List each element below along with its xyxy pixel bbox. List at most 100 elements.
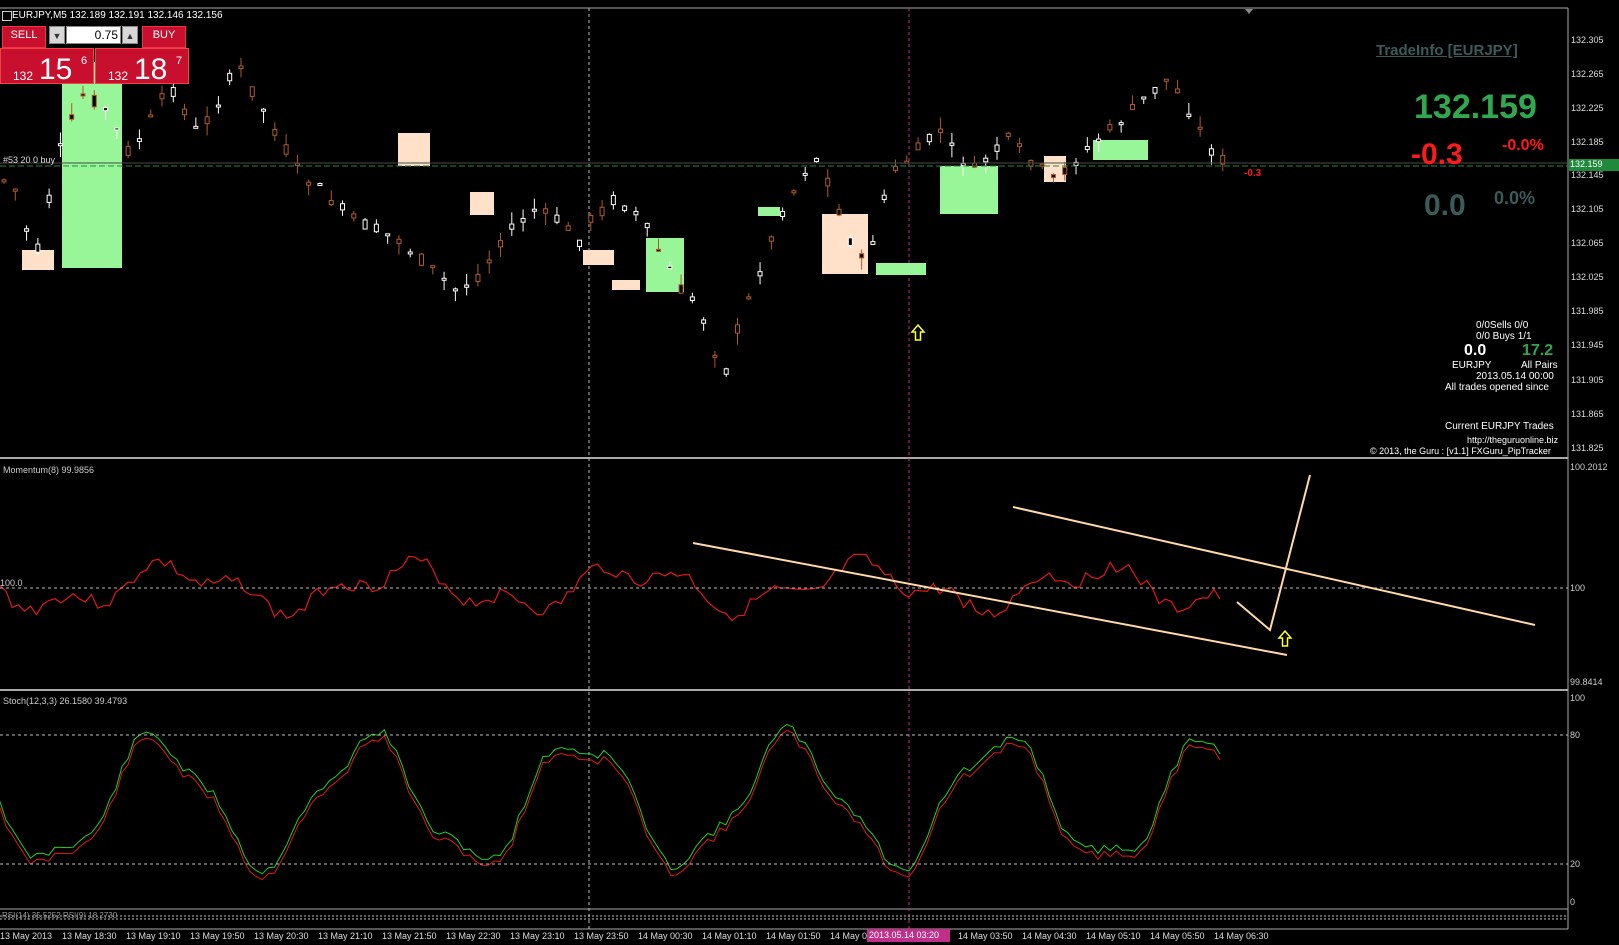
buy-arrow-icon bbox=[910, 323, 926, 341]
arrow-up-icon bbox=[1277, 629, 1293, 647]
opened-since-label: All trades opened since bbox=[1445, 382, 1549, 393]
time-axis-tick: 13 May 20:30 bbox=[254, 931, 309, 941]
candle-body bbox=[340, 203, 346, 211]
trade-zone-box bbox=[398, 133, 430, 166]
tradeinfo-pips-pct: 0.0% bbox=[1494, 188, 1536, 208]
momentum-axis-mid: 100 bbox=[1570, 583, 1586, 593]
candle-body bbox=[655, 248, 661, 252]
current-price-label: 132.159 bbox=[1570, 159, 1603, 169]
stoch-main-line bbox=[0, 723, 1221, 875]
trade-zone-box bbox=[583, 250, 614, 265]
price-axis-tick: 131.865 bbox=[1571, 409, 1604, 419]
time-axis-tick: 13 May 21:10 bbox=[318, 931, 373, 941]
time-axis-tick: 14 May 05:10 bbox=[1086, 931, 1141, 941]
price-chart-area[interactable] bbox=[1, 57, 1226, 377]
trade-zone-box bbox=[876, 263, 926, 275]
candle-body bbox=[1208, 148, 1214, 156]
trade-zone-box bbox=[612, 280, 640, 290]
candle-body bbox=[588, 215, 594, 223]
candle-body bbox=[407, 251, 413, 255]
candle-body bbox=[464, 284, 470, 288]
price-axis-tick: 132.065 bbox=[1571, 238, 1604, 248]
lots-input[interactable] bbox=[66, 26, 121, 44]
candle-body bbox=[543, 208, 549, 214]
candle-body bbox=[847, 237, 853, 246]
sell-price-box[interactable]: 132 15 6 bbox=[0, 48, 94, 86]
sell-button[interactable]: SELL bbox=[2, 26, 46, 48]
chart-canvas[interactable] bbox=[0, 0, 1619, 945]
candle-body bbox=[1129, 103, 1135, 110]
candle-body bbox=[148, 114, 154, 118]
candle-body bbox=[971, 162, 977, 168]
candle-body bbox=[577, 239, 583, 247]
momentum-upper-trendline[interactable] bbox=[1012, 506, 1536, 626]
time-axis[interactable]: 13 May 2013 13 May 18:30 13 May 19:10 13 Ma… bbox=[0, 929, 1568, 945]
candle-body bbox=[757, 271, 763, 277]
candle-body bbox=[915, 142, 921, 151]
candle-body bbox=[813, 157, 819, 163]
momentum-projection-line[interactable] bbox=[1236, 474, 1311, 632]
time-axis-tick: 13 May 23:50 bbox=[574, 931, 629, 941]
candle-body bbox=[644, 222, 650, 229]
candle-body bbox=[57, 143, 63, 147]
sell-price-big: 15 bbox=[39, 53, 73, 86]
price-axis-tick: 132.225 bbox=[1571, 103, 1604, 113]
candle-body bbox=[441, 277, 447, 281]
candle-body bbox=[475, 273, 481, 283]
candle-body bbox=[351, 213, 357, 219]
stoch-label: Stoch(12,3,3) 26.1580 39.4793 bbox=[3, 696, 128, 706]
candle-body bbox=[1084, 146, 1090, 151]
chart-symbol-line: EURJPY,M5 132.189 132.191 132.146 132.15… bbox=[12, 10, 223, 21]
price-axis-tick: 132.025 bbox=[1571, 272, 1604, 282]
crosshair-time-label: 2013.05.14 03:20 bbox=[869, 930, 940, 940]
time-axis-tick: 14 May 05:50 bbox=[1150, 931, 1205, 941]
lots-increase-button[interactable]: ▲ bbox=[122, 26, 138, 44]
candle-body bbox=[272, 128, 278, 136]
candle-body bbox=[780, 211, 786, 217]
trade-zone-box bbox=[822, 214, 868, 274]
momentum-indicator[interactable] bbox=[0, 553, 1221, 622]
window-icon bbox=[2, 11, 12, 21]
buy-price-box[interactable]: 132 18 6 7 bbox=[95, 48, 189, 86]
candle-body bbox=[791, 190, 797, 194]
chart-shift-marker-icon[interactable] bbox=[1245, 9, 1253, 14]
candle-body bbox=[836, 208, 842, 216]
trade-zone-box bbox=[646, 238, 684, 292]
lots-decrease-button[interactable]: ▼ bbox=[49, 26, 65, 44]
candle-body bbox=[69, 114, 75, 120]
candle-body bbox=[114, 127, 120, 131]
candle-body bbox=[1050, 174, 1056, 179]
candle-body bbox=[1062, 166, 1068, 175]
since-date: 2013.05.14 00:00 bbox=[1476, 371, 1554, 382]
candle-body bbox=[91, 94, 97, 108]
candle-body bbox=[136, 138, 142, 142]
stochastic-indicator[interactable] bbox=[0, 723, 1221, 881]
time-axis-tick: 13 May 23:10 bbox=[510, 931, 565, 941]
buys-count: 0/0 Buys 1/1 bbox=[1476, 331, 1532, 342]
time-axis-tick: 13 May 18:30 bbox=[62, 931, 117, 941]
candle-body bbox=[531, 208, 537, 212]
candle-body bbox=[960, 163, 966, 167]
price-axis-tick: 131.985 bbox=[1571, 306, 1604, 316]
candle-body bbox=[283, 144, 289, 155]
price-axis-tick: 132.105 bbox=[1571, 204, 1604, 214]
price-axis[interactable]: 132.305 132.265 132.225 132.185 132.145 132.1… bbox=[1569, 0, 1619, 458]
copyright-line: © 2013, the Guru : [v1.1] FXGuru_PipTrac… bbox=[1370, 446, 1551, 456]
candle-body bbox=[565, 225, 571, 231]
trade-zone-box bbox=[470, 192, 494, 215]
buy-button[interactable]: BUY bbox=[142, 26, 186, 48]
candle-body bbox=[926, 133, 932, 143]
stoch-axis-80: 80 bbox=[1570, 730, 1581, 740]
time-axis-tick: 14 May 01:10 bbox=[702, 931, 757, 941]
candle-body bbox=[1197, 126, 1203, 130]
candle-body bbox=[768, 236, 774, 242]
time-axis-tick: 14 May 06:30 bbox=[1214, 931, 1269, 941]
candle-body bbox=[182, 108, 188, 116]
all-pairs-pips-value: 17.2 bbox=[1522, 342, 1554, 359]
trade-zone-box bbox=[62, 62, 122, 268]
tradeinfo-change: -0.3 bbox=[1411, 138, 1463, 171]
candle-body bbox=[46, 194, 52, 203]
candle-body bbox=[80, 93, 86, 97]
candle-body bbox=[734, 324, 740, 334]
price-change-tag: -0.3 bbox=[1244, 168, 1262, 179]
